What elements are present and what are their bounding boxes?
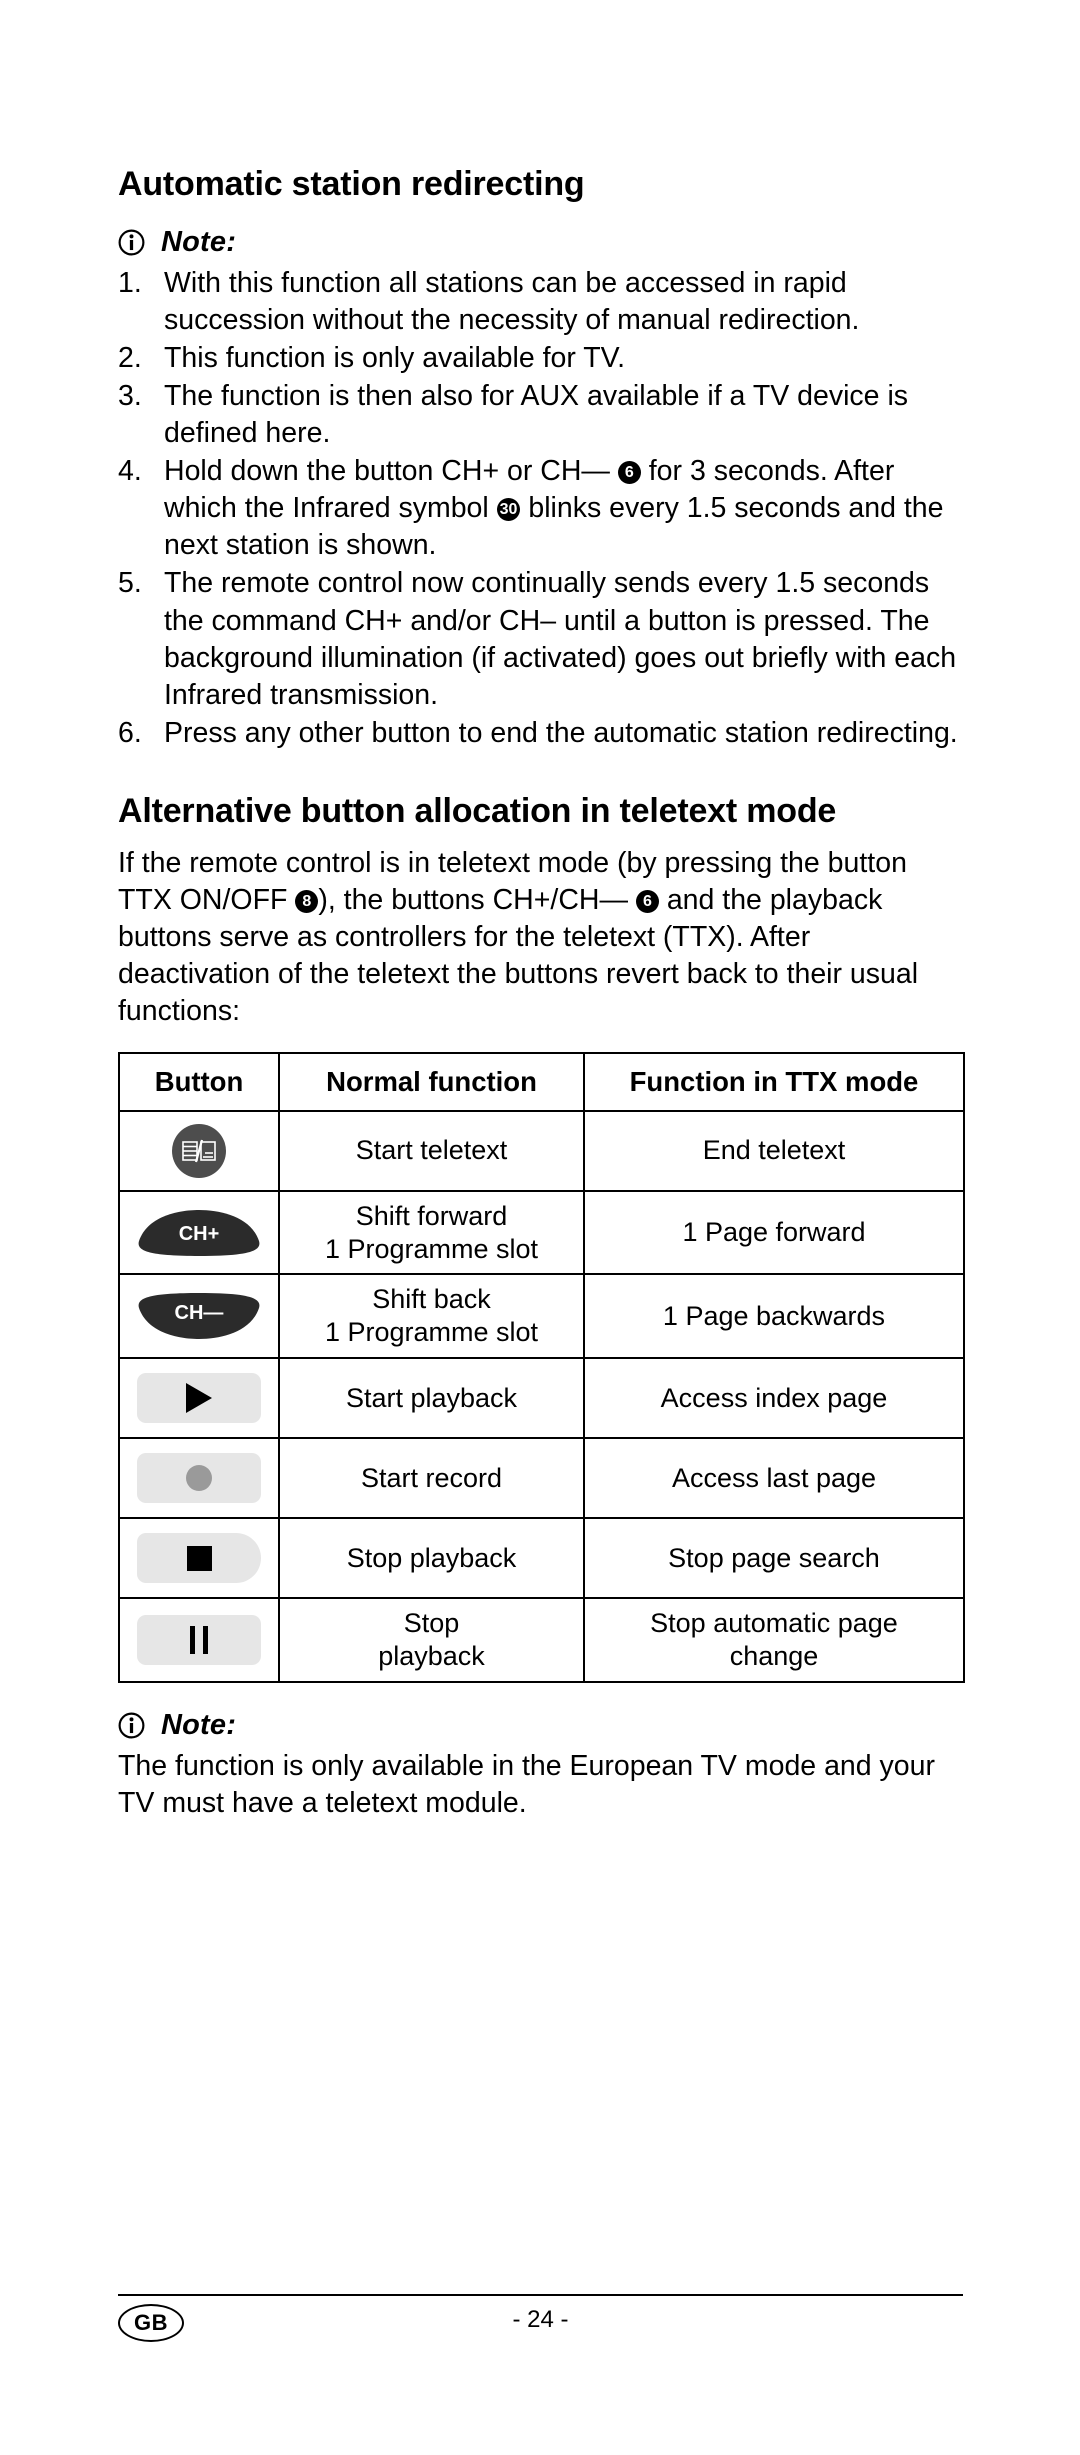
steps-list: 1. With this function all stations can b… xyxy=(118,265,963,752)
table-header-row: Button Normal function Function in TTX m… xyxy=(118,1052,965,1112)
column-header-ttx-function: Function in TTX mode xyxy=(583,1052,965,1112)
button-function-table: Button Normal function Function in TTX m… xyxy=(118,1052,965,1684)
list-item-text: With this function all stations can be a… xyxy=(164,267,860,337)
list-item-text: This function is only available for TV. xyxy=(164,342,625,375)
note-label: Note: xyxy=(161,226,237,259)
stop-icon xyxy=(186,1545,212,1571)
footer-row: GB - 24 - xyxy=(118,2304,963,2352)
table-row: Stop playback Stop page search xyxy=(118,1517,965,1600)
list-item: 4. Hold down the button CH+ or CH— 6 for … xyxy=(118,453,963,564)
table-row: Start record Access last page xyxy=(118,1437,965,1520)
normal-function-cell: Stop playback xyxy=(278,1597,585,1684)
page-title: Automatic station redirecting xyxy=(118,165,585,203)
ttx-function-cell: 1 Page backwards xyxy=(583,1273,965,1360)
normal-function-cell: Start teletext xyxy=(278,1109,585,1192)
table-row: Start teletext End teletext xyxy=(118,1109,965,1192)
rocker-label: CH+ xyxy=(179,1223,220,1245)
note-heading: Note: xyxy=(118,226,963,259)
teletext-intro-paragraph: If the remote control is in teletext mod… xyxy=(118,845,963,1030)
ttx-function-cell: Access last page xyxy=(583,1437,965,1520)
cell-line-1: Stop playback xyxy=(378,1608,485,1672)
list-item-text: Hold down the button CH+ or CH— xyxy=(164,455,618,488)
rocker-label: CH— xyxy=(175,1302,224,1324)
cell-line-1: Shift forward 1 Programme slot xyxy=(324,1200,539,1264)
play-icon xyxy=(186,1383,212,1414)
list-item: 5. The remote control now continually se… xyxy=(118,565,963,713)
reference-badge-8: 8 xyxy=(295,889,319,913)
table-row: Start playback Access index page xyxy=(118,1357,965,1440)
list-item: 6. Press any other button to end the aut… xyxy=(118,715,963,752)
cell-line-1: Shift back 1 Programme slot xyxy=(324,1284,539,1348)
section-title-teletext: Alternative button allocation in teletex… xyxy=(118,791,837,830)
list-item-number: 2. xyxy=(118,342,142,375)
footer-divider xyxy=(118,2294,963,2296)
note-label: Note: xyxy=(161,1709,237,1742)
note-heading-2: Note: xyxy=(118,1709,963,1742)
teletext-icon xyxy=(172,1123,226,1178)
ttx-function-cell: Stop page search xyxy=(583,1517,965,1600)
list-item-number: 4. xyxy=(118,455,142,488)
document-page: Automatic station redirecting Note: 1. W… xyxy=(0,0,1080,2455)
column-header-button: Button xyxy=(118,1052,280,1112)
list-item: 1. With this function all stations can b… xyxy=(118,265,963,339)
list-item: 3. The function is then also for AUX ava… xyxy=(118,378,963,452)
record-button xyxy=(137,1453,261,1504)
normal-function-cell: Shift forward 1 Programme slot xyxy=(278,1189,585,1276)
paragraph-text-mid: ), the buttons CH+/CH— xyxy=(318,883,636,916)
ttx-function-cell: End teletext xyxy=(583,1109,965,1192)
ttx-function-cell: 1 Page forward xyxy=(583,1189,965,1276)
list-item-text: Press any other button to end the automa… xyxy=(164,716,958,749)
button-cell xyxy=(118,1597,280,1684)
button-cell xyxy=(118,1109,280,1192)
table-row: Stop playback Stop automatic page change xyxy=(118,1597,965,1684)
page-number: - 24 - xyxy=(512,2306,569,2333)
closing-note-text: The function is only available in the Eu… xyxy=(118,1750,935,1820)
normal-function-cell: Start playback xyxy=(278,1357,585,1440)
page-footer: GB - 24 - xyxy=(118,2294,963,2352)
page-content: Automatic station redirecting Note: 1. W… xyxy=(118,165,965,1822)
list-item-number: 3. xyxy=(118,380,142,413)
play-button xyxy=(137,1373,261,1424)
button-cell: CH+ xyxy=(118,1189,280,1276)
button-cell xyxy=(118,1517,280,1600)
ch-minus-rocker-icon: CH— xyxy=(138,1293,260,1340)
normal-function-cell: Shift back 1 Programme slot xyxy=(278,1273,585,1360)
column-header-normal-function: Normal function xyxy=(278,1052,585,1112)
ttx-function-cell: Stop automatic page change xyxy=(583,1597,965,1684)
reference-badge-6b: 6 xyxy=(635,889,659,913)
list-item-text: The remote control now continually sends… xyxy=(164,567,957,711)
list-item-number: 5. xyxy=(118,567,142,600)
pause-button xyxy=(137,1615,261,1666)
list-item-number: 1. xyxy=(118,267,142,300)
list-item: 2. This function is only available for T… xyxy=(118,340,963,377)
table-row: CH— Shift back 1 Programme slot 1 Page b… xyxy=(118,1273,965,1360)
list-item-text: The function is then also for AUX availa… xyxy=(164,380,909,450)
button-cell xyxy=(118,1357,280,1440)
info-icon xyxy=(118,1712,145,1739)
reference-badge-6: 6 xyxy=(617,461,641,485)
reference-badge-30: 30 xyxy=(496,498,521,522)
ch-plus-rocker-icon: CH+ xyxy=(138,1209,260,1256)
pause-icon xyxy=(190,1626,208,1655)
info-icon xyxy=(118,229,145,256)
button-cell xyxy=(118,1437,280,1520)
stop-button xyxy=(137,1533,261,1584)
list-item-number: 6. xyxy=(118,716,142,749)
ttx-function-cell: Access index page xyxy=(583,1357,965,1440)
button-cell: CH— xyxy=(118,1273,280,1360)
cell-line-1: Stop automatic page change xyxy=(650,1608,898,1672)
record-icon xyxy=(186,1465,212,1492)
normal-function-cell: Stop playback xyxy=(278,1517,585,1600)
table-row: CH+ Shift forward 1 Programme slot 1 Pag… xyxy=(118,1189,965,1276)
normal-function-cell: Start record xyxy=(278,1437,585,1520)
